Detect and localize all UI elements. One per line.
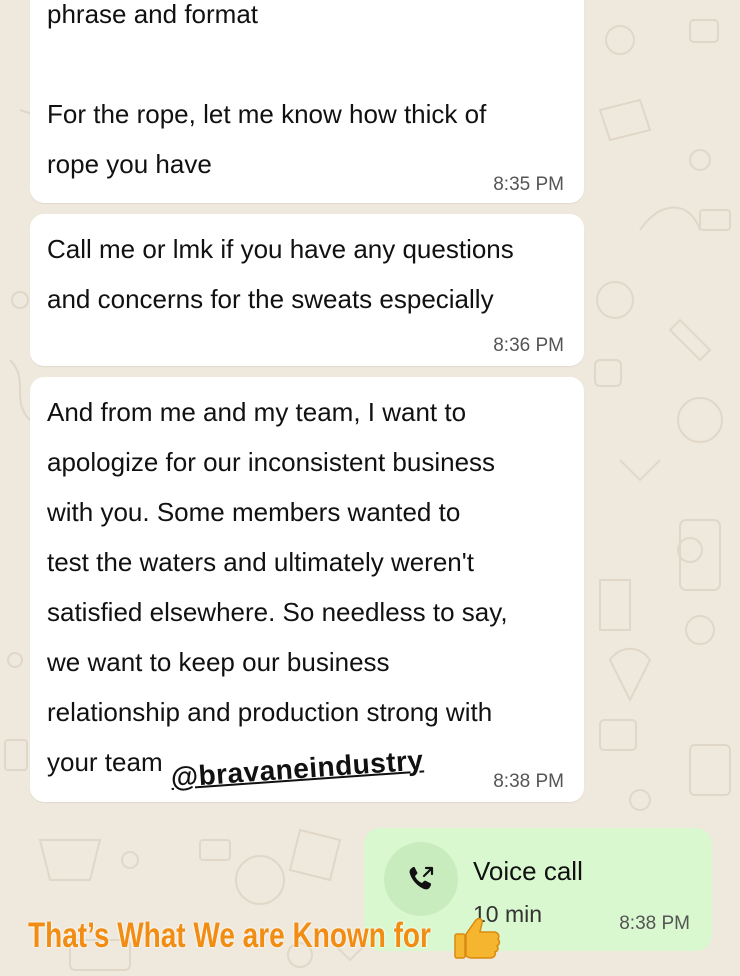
message-bubble-3[interactable]: And from me and my team, I want to apolo… xyxy=(30,377,584,802)
message-timestamp: 8:38 PM xyxy=(493,771,564,792)
voice-call-timestamp: 8:38 PM xyxy=(619,913,690,934)
message-bubble-2[interactable]: Call me or lmk if you have any questions… xyxy=(30,214,584,366)
thumbs-up-icon xyxy=(454,917,501,959)
message-bubble-1[interactable]: phrase and format For the rope, let me k… xyxy=(30,0,584,203)
promo-tagline: That’s What We are Known for xyxy=(28,916,431,955)
outgoing-call-icon xyxy=(384,842,458,916)
message-timestamp: 8:35 PM xyxy=(493,174,564,195)
message-timestamp: 8:36 PM xyxy=(493,335,564,356)
message-text: phrase and format For the rope, let me k… xyxy=(47,0,487,179)
message-text: And from me and my team, I want to apolo… xyxy=(47,397,508,777)
voice-call-title: Voice call xyxy=(473,856,583,886)
message-text: Call me or lmk if you have any questions… xyxy=(47,234,514,314)
